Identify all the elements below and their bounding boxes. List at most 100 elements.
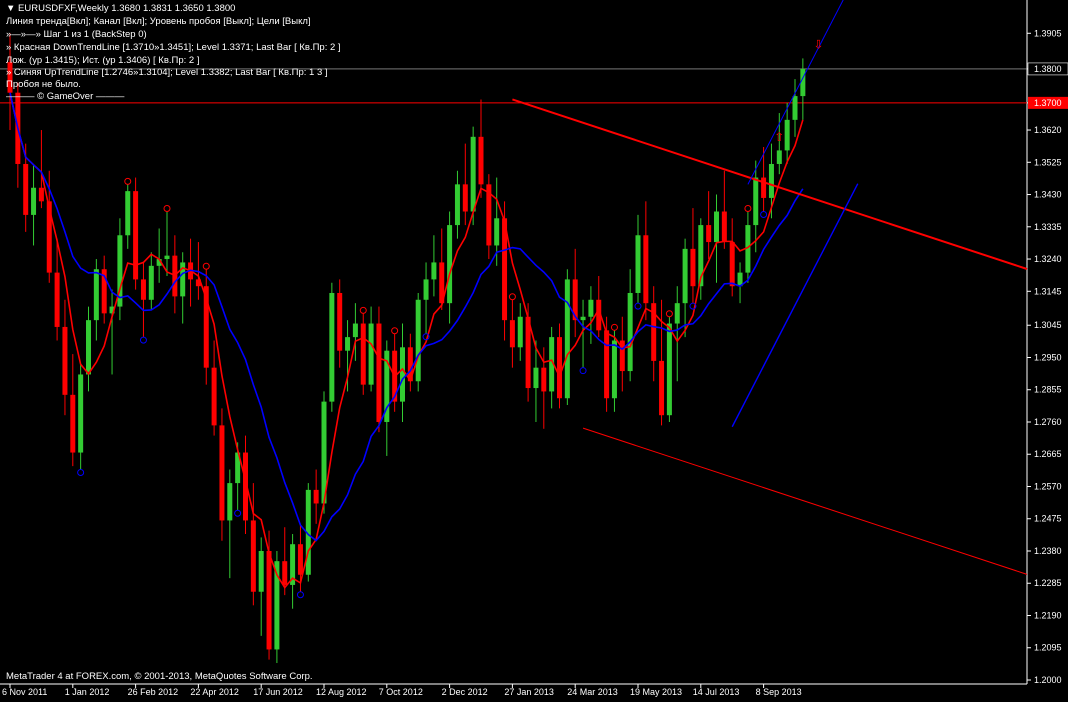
time-tick-label: 7 Oct 2012 <box>379 687 423 697</box>
symbol-header[interactable]: ▼ EURUSDFXF,Weekly 1.3680 1.3831 1.3650 … <box>6 3 235 14</box>
time-tick-label: 12 Aug 2012 <box>316 687 367 697</box>
candle-body <box>588 299 594 317</box>
candle-body <box>345 337 351 351</box>
info-line-3: » Красная DownTrendLine [1.3710»1.3451];… <box>6 42 341 53</box>
chart-background <box>0 0 1068 702</box>
candle-body <box>776 150 782 164</box>
candle-body <box>329 292 335 402</box>
down-arrow-icon: ⇩ <box>814 37 824 51</box>
candle-body <box>494 218 500 246</box>
candle-body <box>282 561 288 585</box>
time-tick-label: 6 Nov 2011 <box>2 687 47 697</box>
price-tick-label: 1.3525 <box>1034 157 1062 167</box>
candle-body <box>38 187 44 202</box>
candle-body <box>792 96 798 120</box>
candle-body <box>140 279 146 300</box>
current-price-badge: 1.3800 <box>1034 64 1062 74</box>
candle-body <box>78 374 84 453</box>
price-tick-label: 1.2665 <box>1034 449 1062 459</box>
candle-body <box>62 326 68 395</box>
candle-body <box>604 330 610 399</box>
info-line-1: Линия тренда[Вкл]; Канал [Вкл]; Уровень … <box>6 16 311 27</box>
candle-body <box>376 323 382 422</box>
price-tick-label: 1.3240 <box>1034 254 1062 264</box>
candle-body <box>768 163 774 198</box>
info-line-2: »—»—» Шаг 1 из 1 (BackStep 0) <box>6 29 147 40</box>
candle-body <box>611 340 617 399</box>
candle-body <box>659 360 665 416</box>
candle-body <box>541 367 547 392</box>
candle-body <box>729 242 735 287</box>
candle-body <box>352 323 358 338</box>
candle-body <box>423 279 429 300</box>
candle-body <box>211 367 217 426</box>
candle-body <box>164 255 170 260</box>
time-tick-label: 27 Jan 2013 <box>504 687 554 697</box>
candle-body <box>533 367 539 389</box>
candle-body <box>800 68 806 97</box>
candle-body <box>643 235 649 304</box>
candle-body <box>337 292 343 351</box>
candle-body <box>86 320 91 375</box>
candle-body <box>682 248 688 304</box>
candle-body <box>447 225 453 304</box>
time-tick-label: 2 Dec 2012 <box>442 687 488 697</box>
candle-body <box>400 347 405 402</box>
candle-body <box>666 323 672 416</box>
price-tick-label: 1.3430 <box>1034 190 1062 200</box>
price-tick-label: 1.2760 <box>1034 417 1062 427</box>
candle-body <box>266 550 272 650</box>
candle-body <box>454 184 460 226</box>
candle-body <box>721 211 727 243</box>
candle-body <box>470 136 476 212</box>
copyright-footer: MetaTrader 4 at FOREX.com, © 2001-2013, … <box>6 671 313 682</box>
candle-body <box>148 265 154 300</box>
candle-body <box>478 136 484 185</box>
info-line-5: » Синяя UpTrendLine [1.2746»1.3104]; Lev… <box>6 67 328 78</box>
candle-body <box>125 191 131 236</box>
price-tick-label: 1.2285 <box>1034 578 1062 588</box>
candle-body <box>250 520 256 592</box>
time-tick-label: 19 May 2013 <box>630 687 682 697</box>
candle-body <box>219 425 225 521</box>
price-tick-label: 1.2190 <box>1034 610 1062 620</box>
candle-body <box>297 544 303 575</box>
up-arrow-icon: ⇧ <box>774 130 784 144</box>
candle-body <box>431 262 437 280</box>
candle-body <box>674 303 680 324</box>
candle-body <box>313 489 319 504</box>
candle-body <box>70 394 76 453</box>
candle-body <box>690 248 696 287</box>
info-line-6: Пробоя не было. <box>6 79 81 90</box>
time-tick-label: 24 Mar 2013 <box>567 687 618 697</box>
candle-body <box>227 483 233 521</box>
candle-body <box>714 211 719 243</box>
time-tick-label: 8 Sep 2013 <box>756 687 802 697</box>
candle-body <box>753 177 759 226</box>
time-tick-label: 1 Jan 2012 <box>65 687 110 697</box>
candle-body <box>360 323 366 385</box>
price-chart[interactable]: ⇩ ⇧ 1.3905 1.3800 1.3700 1.3620 1.3525 1.3430 1… <box>0 0 1068 702</box>
price-tick-label: 1.3905 <box>1034 28 1062 38</box>
time-tick-label: 26 Feb 2012 <box>128 687 179 697</box>
candle-body <box>93 269 99 321</box>
candle-body <box>258 550 264 592</box>
candle-body <box>509 320 515 348</box>
price-tick-label: 1.3045 <box>1034 320 1062 330</box>
candle-body <box>635 235 641 293</box>
candle-body <box>706 225 712 243</box>
candle-body <box>23 163 29 215</box>
candle-body <box>133 191 139 280</box>
price-tick-label: 1.2000 <box>1034 675 1062 685</box>
candle-body <box>627 292 633 372</box>
time-tick-label: 14 Jul 2013 <box>693 687 740 697</box>
red-level-badge: 1.3700 <box>1034 98 1062 108</box>
price-tick-label: 1.2950 <box>1034 352 1062 362</box>
price-tick-label: 1.2570 <box>1034 481 1062 491</box>
info-line-4: Лож. (ур 1.3415); Ист. (ур 1.3406) [ Кв.… <box>6 55 200 66</box>
price-tick-label: 1.3620 <box>1034 125 1062 135</box>
candle-body <box>462 184 468 212</box>
candle-body <box>31 187 37 215</box>
time-tick-label: 17 Jun 2012 <box>253 687 303 697</box>
price-tick-label: 1.2380 <box>1034 546 1062 556</box>
